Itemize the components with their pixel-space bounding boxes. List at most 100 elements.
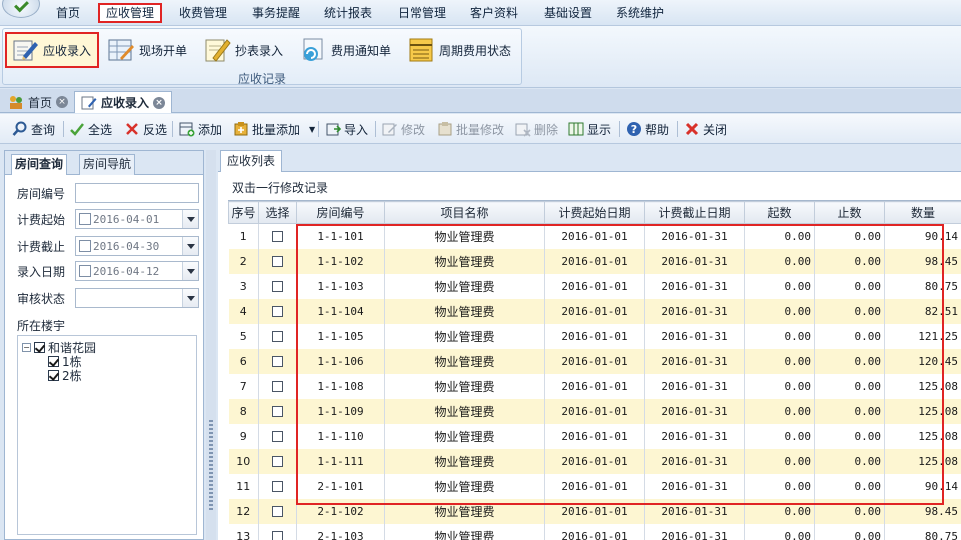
splitter-grip[interactable] bbox=[209, 420, 213, 510]
table-row[interactable]: 10 1-1-111 物业管理费 2016-01-01 2016-01-31 0.00 0.… bbox=[228, 448, 961, 474]
menu-item[interactable]: 统计报表 bbox=[316, 3, 380, 23]
menu-item[interactable]: 首页 bbox=[46, 3, 90, 23]
menu-item[interactable]: 客户资料 bbox=[462, 3, 526, 23]
entry-date-checkbox[interactable] bbox=[79, 265, 91, 277]
bill-end-date-picker[interactable]: 2016-04-30 bbox=[75, 236, 199, 256]
bill-start-date-picker[interactable]: 2016-04-01 bbox=[75, 209, 199, 229]
close-icon[interactable]: × bbox=[153, 96, 166, 109]
doc-tab-home[interactable]: 首页 × bbox=[2, 91, 74, 113]
batch-edit-button[interactable]: 批量修改 bbox=[437, 120, 504, 138]
entry-date-picker[interactable]: 2016-04-12 bbox=[75, 261, 199, 281]
row-number-cell: 9 bbox=[228, 423, 259, 449]
chevron-down-icon[interactable] bbox=[182, 289, 198, 307]
ribbon-fee-notice-button[interactable]: 费用通知单 bbox=[295, 32, 399, 68]
app-logo-icon[interactable] bbox=[2, 0, 40, 18]
ribbon-meter-entry-button[interactable]: 抄表录入 bbox=[199, 32, 291, 68]
column-header[interactable]: 项目名称 bbox=[384, 201, 545, 224]
quantity-cell: 125.08 bbox=[884, 398, 961, 424]
row-checkbox[interactable] bbox=[272, 306, 283, 317]
tab-receivable-list[interactable]: 应收列表 bbox=[220, 150, 283, 172]
column-header[interactable]: 数量 bbox=[884, 201, 961, 224]
end-reading-cell: 0.00 bbox=[814, 473, 885, 499]
close-icon[interactable]: × bbox=[56, 96, 69, 108]
table-row[interactable]: 2 1-1-102 物业管理费 2016-01-01 2016-01-31 0.00 0.0… bbox=[228, 248, 961, 274]
table-row[interactable]: 6 1-1-106 物业管理费 2016-01-01 2016-01-31 0.00 0.0… bbox=[228, 348, 961, 374]
row-checkbox[interactable] bbox=[272, 481, 283, 492]
table-row[interactable]: 1 1-1-101 物业管理费 2016-01-01 2016-01-31 0.00 0.0… bbox=[228, 223, 961, 249]
column-header[interactable]: 计费起始日期 bbox=[544, 201, 645, 224]
table-row[interactable]: 5 1-1-105 物业管理费 2016-01-01 2016-01-31 0.00 0.0… bbox=[228, 323, 961, 349]
table-row[interactable]: 11 2-1-101 物业管理费 2016-01-01 2016-01-31 0.00 0.… bbox=[228, 473, 961, 499]
row-checkbox[interactable] bbox=[272, 531, 283, 540]
tab-room-query[interactable]: 房间查询 bbox=[11, 154, 68, 175]
close-button[interactable]: 关闭 bbox=[684, 120, 727, 138]
end-date-cell: 2016-01-31 bbox=[644, 348, 745, 374]
display-button[interactable]: 显示 bbox=[568, 120, 611, 138]
room-no-input[interactable] bbox=[75, 183, 199, 203]
chevron-down-icon[interactable] bbox=[182, 210, 198, 228]
item-name-cell: 物业管理费 bbox=[384, 298, 545, 324]
row-checkbox[interactable] bbox=[272, 356, 283, 367]
row-checkbox[interactable] bbox=[272, 506, 283, 517]
menu-item[interactable]: 收费管理 bbox=[170, 3, 236, 23]
bill-start-checkbox[interactable] bbox=[79, 213, 91, 225]
select-all-button[interactable]: 全选 bbox=[69, 120, 112, 138]
select-cell bbox=[258, 323, 297, 349]
row-checkbox[interactable] bbox=[272, 456, 283, 467]
tab-room-nav[interactable]: 房间导航 bbox=[79, 154, 136, 175]
tree-node-building-2[interactable]: 2栋 bbox=[48, 368, 82, 383]
row-checkbox[interactable] bbox=[272, 231, 283, 243]
menu-item[interactable]: 基础设置 bbox=[536, 3, 600, 23]
column-header[interactable]: 起数 bbox=[744, 201, 815, 224]
help-button[interactable]: ? 帮助 bbox=[626, 120, 669, 138]
panel-splitter[interactable] bbox=[206, 150, 216, 540]
column-header[interactable]: 选择 bbox=[258, 201, 297, 224]
table-row[interactable]: 9 1-1-110 物业管理费 2016-01-01 2016-01-31 0.00 0.0… bbox=[228, 423, 961, 449]
chevron-down-icon[interactable] bbox=[182, 262, 198, 280]
start-date-cell: 2016-01-01 bbox=[544, 448, 645, 474]
column-header[interactable]: 序号 bbox=[228, 201, 259, 224]
add-button[interactable]: 添加 bbox=[179, 120, 222, 138]
chevron-down-icon[interactable] bbox=[182, 237, 198, 255]
search-button[interactable]: 查询 bbox=[12, 120, 55, 138]
row-checkbox[interactable] bbox=[272, 406, 283, 417]
select-cell bbox=[258, 223, 297, 249]
row-checkbox[interactable] bbox=[272, 431, 283, 442]
delete-button[interactable]: 删除 bbox=[515, 120, 558, 138]
tree-node-root[interactable]: − 和谐花园 bbox=[22, 340, 96, 355]
column-header[interactable]: 房间编号 bbox=[296, 201, 385, 224]
tree-checkbox[interactable] bbox=[34, 341, 45, 353]
doc-tab-receivable-entry[interactable]: 应收录入 × bbox=[74, 91, 173, 113]
tree-checkbox[interactable] bbox=[48, 355, 59, 367]
ribbon-periodic-fee-status-button[interactable]: 周期费用状态 bbox=[403, 32, 519, 68]
row-checkbox[interactable] bbox=[272, 331, 283, 342]
audit-status-select[interactable] bbox=[75, 288, 199, 308]
batch-add-button[interactable]: 批量添加 ▼ bbox=[233, 120, 315, 138]
menu-item[interactable]: 系统维护 bbox=[608, 3, 672, 23]
row-checkbox[interactable] bbox=[272, 256, 283, 267]
table-row[interactable]: 4 1-1-104 物业管理费 2016-01-01 2016-01-31 0.00 0.0… bbox=[228, 298, 961, 324]
ribbon-onsite-billing-button[interactable]: 现场开单 bbox=[103, 32, 195, 68]
column-header[interactable]: 计费截止日期 bbox=[644, 201, 745, 224]
end-reading-cell: 0.00 bbox=[814, 323, 885, 349]
import-button[interactable]: 导入 bbox=[325, 120, 368, 138]
tree-checkbox[interactable] bbox=[48, 369, 59, 381]
bill-end-checkbox[interactable] bbox=[79, 240, 91, 252]
table-row[interactable]: 8 1-1-109 物业管理费 2016-01-01 2016-01-31 0.00 0.0… bbox=[228, 398, 961, 424]
table-row[interactable]: 7 1-1-108 物业管理费 2016-01-01 2016-01-31 0.00 0.0… bbox=[228, 373, 961, 399]
menu-item[interactable]: 事务提醒 bbox=[244, 3, 308, 23]
row-checkbox[interactable] bbox=[272, 281, 283, 292]
collapse-icon[interactable]: − bbox=[22, 342, 31, 352]
menu-item[interactable]: 应收管理 bbox=[98, 3, 162, 23]
edit-button[interactable]: 修改 bbox=[382, 120, 425, 138]
ribbon-receivable-entry-button[interactable]: 应收录入 bbox=[5, 32, 99, 68]
item-name-cell: 物业管理费 bbox=[384, 473, 545, 499]
invert-selection-button[interactable]: 反选 bbox=[124, 120, 167, 138]
menu-item[interactable]: 日常管理 bbox=[390, 3, 454, 23]
table-row[interactable]: 12 2-1-102 物业管理费 2016-01-01 2016-01-31 0.00 0.… bbox=[228, 498, 961, 524]
column-header[interactable]: 止数 bbox=[814, 201, 885, 224]
table-row[interactable]: 3 1-1-103 物业管理费 2016-01-01 2016-01-31 0.00 0.0… bbox=[228, 273, 961, 299]
row-checkbox[interactable] bbox=[272, 381, 283, 392]
dropdown-arrow-icon[interactable]: ▼ bbox=[309, 125, 315, 134]
table-row[interactable]: 13 2-1-103 物业管理费 2016-01-01 2016-01-31 0.00 0.… bbox=[228, 523, 961, 540]
